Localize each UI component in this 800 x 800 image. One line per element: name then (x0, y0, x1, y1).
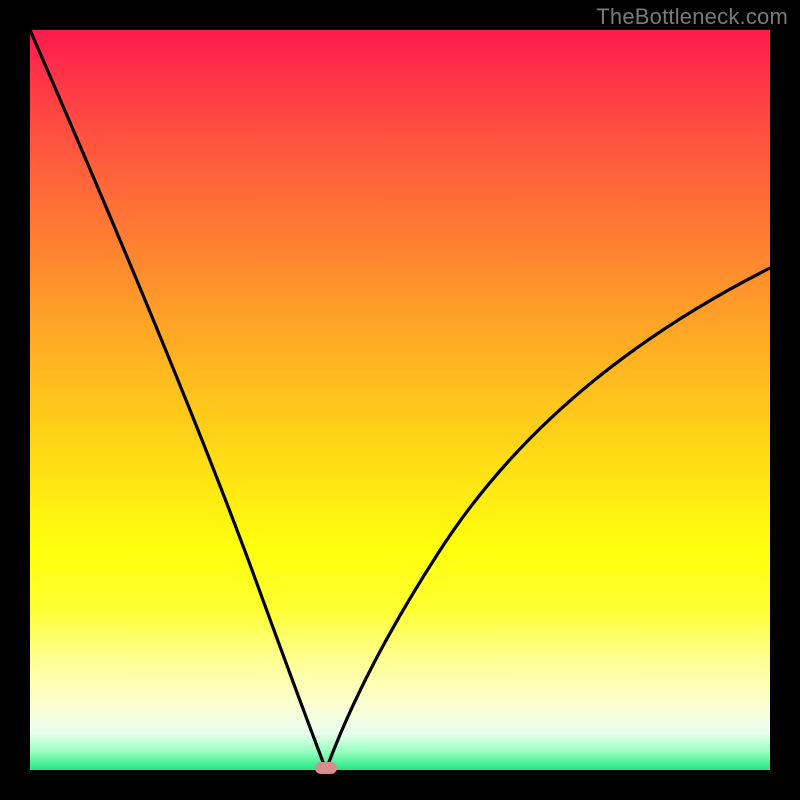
optimum-marker (315, 762, 337, 774)
plot-area (30, 30, 770, 770)
watermark-text: TheBottleneck.com (596, 4, 788, 30)
chart-frame: TheBottleneck.com (0, 0, 800, 800)
bottleneck-curve (30, 30, 770, 770)
curve-left-branch (30, 30, 326, 770)
curve-right-branch (326, 268, 770, 770)
